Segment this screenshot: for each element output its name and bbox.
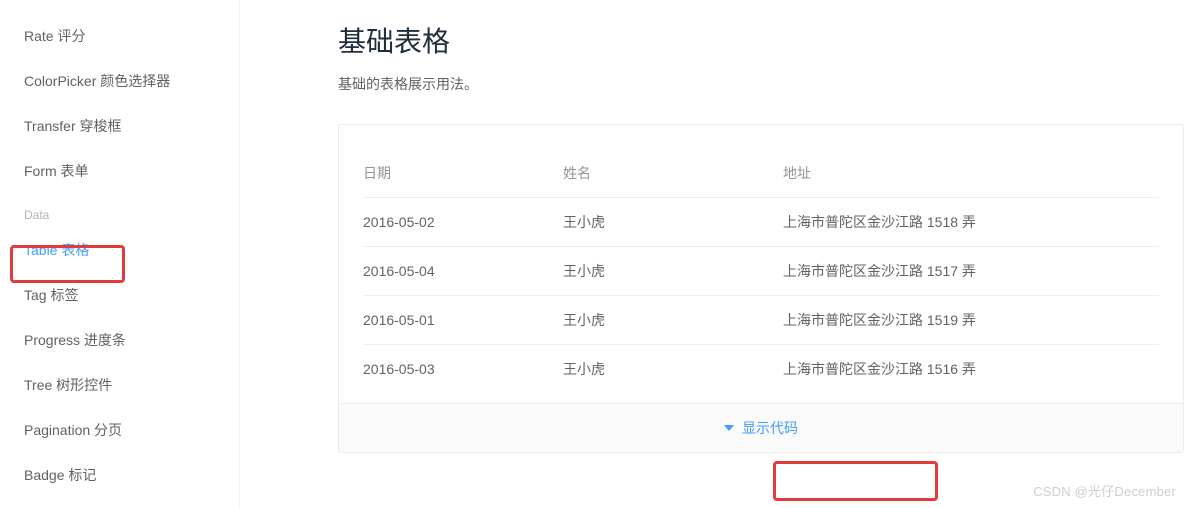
cell-address: 上海市普陀区金沙江路 1519 弄 [783, 296, 1159, 345]
watermark: CSDN @光仔December [1033, 481, 1176, 500]
cell-address: 上海市普陀区金沙江路 1518 弄 [783, 198, 1159, 247]
cell-address: 上海市普陀区金沙江路 1516 弄 [783, 345, 1159, 394]
cell-name: 王小虎 [563, 296, 783, 345]
sidebar-group-data: Data [24, 194, 229, 228]
cell-date: 2016-05-04 [363, 247, 563, 296]
sidebar-item-pagination[interactable]: Pagination 分页 [24, 408, 229, 453]
cell-date: 2016-05-01 [363, 296, 563, 345]
sidebar-item-colorpicker[interactable]: ColorPicker 颜色选择器 [24, 59, 229, 104]
sidebar-item-rate[interactable]: Rate 评分 [24, 14, 229, 59]
sidebar-item-badge[interactable]: Badge 标记 [24, 453, 229, 498]
table-row: 2016-05-04 王小虎 上海市普陀区金沙江路 1517 弄 [363, 247, 1159, 296]
cell-date: 2016-05-02 [363, 198, 563, 247]
show-code-label: 显示代码 [742, 420, 798, 436]
demo-box: 日期 姓名 地址 2016-05-02 王小虎 上海市普陀区金沙江路 1518 … [338, 124, 1184, 453]
table-row: 2016-05-03 王小虎 上海市普陀区金沙江路 1516 弄 [363, 345, 1159, 394]
sidebar-item-table[interactable]: Table 表格 [24, 228, 229, 273]
cell-name: 王小虎 [563, 247, 783, 296]
table-row: 2016-05-01 王小虎 上海市普陀区金沙江路 1519 弄 [363, 296, 1159, 345]
page-description: 基础的表格展示用法。 [338, 74, 1184, 94]
table-header-address: 地址 [783, 149, 1159, 198]
basic-table: 日期 姓名 地址 2016-05-02 王小虎 上海市普陀区金沙江路 1518 … [363, 149, 1159, 393]
sidebar-item-transfer[interactable]: Transfer 穿梭框 [24, 104, 229, 149]
table-header-row: 日期 姓名 地址 [363, 149, 1159, 198]
cell-name: 王小虎 [563, 198, 783, 247]
sidebar-item-tag[interactable]: Tag 标签 [24, 273, 229, 318]
caret-down-icon [724, 425, 734, 431]
table-row: 2016-05-02 王小虎 上海市普陀区金沙江路 1518 弄 [363, 198, 1159, 247]
cell-name: 王小虎 [563, 345, 783, 394]
main-content: 基础表格 基础的表格展示用法。 日期 姓名 地址 2016-05-02 [240, 0, 1184, 508]
table-header-name: 姓名 [563, 149, 783, 198]
table-header-date: 日期 [363, 149, 563, 198]
sidebar: Rate 评分 ColorPicker 颜色选择器 Transfer 穿梭框 F… [0, 0, 240, 508]
sidebar-item-form[interactable]: Form 表单 [24, 149, 229, 194]
sidebar-item-progress[interactable]: Progress 进度条 [24, 318, 229, 363]
cell-date: 2016-05-03 [363, 345, 563, 394]
show-code-button[interactable]: 显示代码 [339, 403, 1183, 452]
page-title: 基础表格 [338, 20, 1184, 60]
cell-address: 上海市普陀区金沙江路 1517 弄 [783, 247, 1159, 296]
sidebar-item-tree[interactable]: Tree 树形控件 [24, 363, 229, 408]
